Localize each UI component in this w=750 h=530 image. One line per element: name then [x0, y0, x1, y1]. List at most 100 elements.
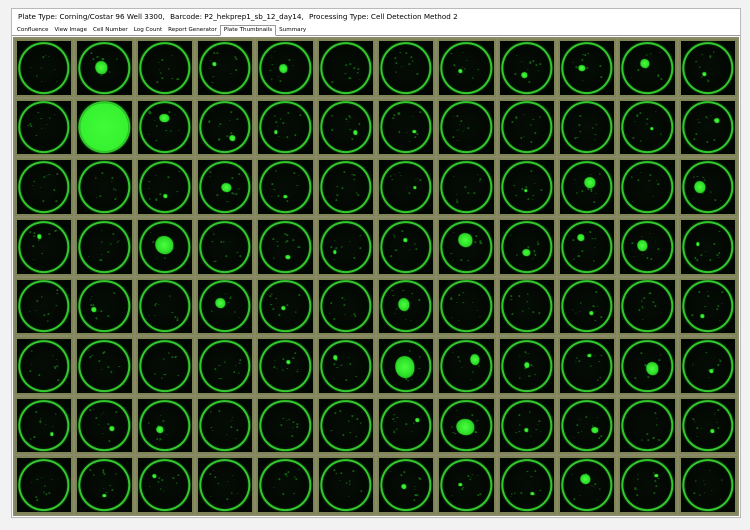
well-thumbnail-E10[interactable] — [557, 277, 617, 336]
well-thumbnail-B4[interactable] — [195, 98, 255, 157]
well-thumbnail-F11[interactable] — [618, 337, 677, 395]
well-thumbnail-B7[interactable] — [376, 98, 436, 157]
well-thumbnail-A8[interactable] — [437, 39, 496, 97]
well-thumbnail-C5[interactable] — [256, 158, 315, 216]
well-thumbnail-G5[interactable] — [256, 396, 315, 455]
well-thumbnail-E2[interactable] — [75, 277, 134, 336]
well-thumbnail-B5[interactable] — [256, 98, 315, 157]
well-thumbnail-F10[interactable] — [557, 337, 617, 395]
tab-view-image[interactable]: View Image — [51, 26, 90, 35]
well-thumbnail-E11[interactable] — [618, 277, 677, 336]
well-thumbnail-B8[interactable] — [437, 98, 496, 157]
well-thumbnail-D6[interactable] — [316, 217, 375, 276]
well-thumbnail-G10[interactable] — [557, 396, 617, 455]
well-thumbnail-C11[interactable] — [618, 158, 677, 216]
well-thumbnail-G1[interactable] — [15, 396, 74, 455]
well-thumbnail-A1[interactable] — [15, 39, 74, 97]
well-thumbnail-G4[interactable] — [195, 396, 255, 455]
well-thumbnail-H2[interactable] — [75, 456, 134, 514]
well-thumbnail-E7[interactable] — [376, 277, 436, 336]
well-thumbnail-D4[interactable] — [195, 217, 255, 276]
well-thumbnail-E6[interactable] — [316, 277, 375, 336]
well-thumbnail-C9[interactable] — [497, 158, 556, 216]
well-thumbnail-B11[interactable] — [618, 98, 677, 157]
well-thumbnail-G11[interactable] — [618, 396, 677, 455]
well-thumbnail-H3[interactable] — [135, 456, 194, 514]
well-thumbnail-D11[interactable] — [618, 217, 677, 276]
well-thumbnail-C2[interactable] — [75, 158, 134, 216]
well-thumbnail-C4[interactable] — [195, 158, 255, 216]
well-thumbnail-D12[interactable] — [678, 217, 737, 276]
well-thumbnail-F4[interactable] — [195, 337, 255, 395]
well-thumbnail-B6[interactable] — [316, 98, 375, 157]
well-thumbnail-D1[interactable] — [15, 217, 74, 276]
well-thumbnail-H10[interactable] — [557, 456, 617, 514]
tab-summary[interactable]: Summary — [276, 26, 309, 35]
well-thumbnail-F8[interactable] — [437, 337, 496, 395]
well-thumbnail-B2[interactable] — [75, 98, 134, 157]
well-thumbnail-H7[interactable] — [376, 456, 436, 514]
well-thumbnail-F2[interactable] — [75, 337, 134, 395]
well-thumbnail-G7[interactable] — [376, 396, 436, 455]
tab-log-count[interactable]: Log Count — [131, 26, 165, 35]
well-thumbnail-F6[interactable] — [316, 337, 375, 395]
well-thumbnail-A10[interactable] — [557, 39, 617, 97]
well-thumbnail-A4[interactable] — [195, 39, 255, 97]
tab-report-generator[interactable]: Report Generator — [165, 26, 220, 35]
well-thumbnail-F9[interactable] — [497, 337, 556, 395]
well-thumbnail-H9[interactable] — [497, 456, 556, 514]
well-thumbnail-D8[interactable] — [437, 217, 496, 276]
well-thumbnail-B12[interactable] — [678, 98, 737, 157]
well-thumbnail-D5[interactable] — [256, 217, 315, 276]
well-thumbnail-A2[interactable] — [75, 39, 134, 97]
well-thumbnail-G12[interactable] — [678, 396, 737, 455]
well-thumbnail-A11[interactable] — [618, 39, 677, 97]
well-thumbnail-E12[interactable] — [678, 277, 737, 336]
well-thumbnail-G6[interactable] — [316, 396, 375, 455]
well-thumbnail-D7[interactable] — [376, 217, 436, 276]
well-thumbnail-C6[interactable] — [316, 158, 375, 216]
well-thumbnail-C12[interactable] — [678, 158, 737, 216]
well-thumbnail-H1[interactable] — [15, 456, 74, 514]
well-thumbnail-F3[interactable] — [135, 337, 194, 395]
well-thumbnail-F12[interactable] — [678, 337, 737, 395]
well-thumbnail-A7[interactable] — [376, 39, 436, 97]
well-thumbnail-H4[interactable] — [195, 456, 255, 514]
well-thumbnail-C1[interactable] — [15, 158, 74, 216]
well-thumbnail-C7[interactable] — [376, 158, 436, 216]
well-thumbnail-H12[interactable] — [678, 456, 737, 514]
well-thumbnail-A12[interactable] — [678, 39, 737, 97]
well-thumbnail-D3[interactable] — [135, 217, 194, 276]
well-thumbnail-G3[interactable] — [135, 396, 194, 455]
well-thumbnail-F1[interactable] — [15, 337, 74, 395]
well-thumbnail-A3[interactable] — [135, 39, 194, 97]
tab-confluence[interactable]: Confluence — [14, 26, 51, 35]
well-thumbnail-A9[interactable] — [497, 39, 556, 97]
well-thumbnail-C3[interactable] — [135, 158, 194, 216]
well-thumbnail-E3[interactable] — [135, 277, 194, 336]
well-thumbnail-H11[interactable] — [618, 456, 677, 514]
well-thumbnail-B1[interactable] — [15, 98, 74, 157]
well-thumbnail-E1[interactable] — [15, 277, 74, 336]
well-thumbnail-D10[interactable] — [557, 217, 617, 276]
well-thumbnail-B9[interactable] — [497, 98, 556, 157]
well-thumbnail-B10[interactable] — [557, 98, 617, 157]
well-thumbnail-E8[interactable] — [437, 277, 496, 336]
well-thumbnail-H5[interactable] — [256, 456, 315, 514]
tab-cell-number[interactable]: Cell Number — [90, 26, 131, 35]
well-thumbnail-G2[interactable] — [75, 396, 134, 455]
well-thumbnail-E9[interactable] — [497, 277, 556, 336]
well-thumbnail-E5[interactable] — [256, 277, 315, 336]
well-thumbnail-C8[interactable] — [437, 158, 496, 216]
well-thumbnail-F5[interactable] — [256, 337, 315, 395]
well-thumbnail-H8[interactable] — [437, 456, 496, 514]
well-thumbnail-H6[interactable] — [316, 456, 375, 514]
tab-plate-thumbnails[interactable]: Plate Thumbnails — [219, 25, 277, 36]
well-thumbnail-C10[interactable] — [557, 158, 617, 216]
well-thumbnail-F7[interactable] — [376, 337, 436, 395]
well-thumbnail-B3[interactable] — [135, 98, 194, 157]
well-thumbnail-D9[interactable] — [497, 217, 556, 276]
well-thumbnail-A6[interactable] — [316, 39, 375, 97]
well-thumbnail-G9[interactable] — [497, 396, 556, 455]
well-thumbnail-G8[interactable] — [437, 396, 496, 455]
